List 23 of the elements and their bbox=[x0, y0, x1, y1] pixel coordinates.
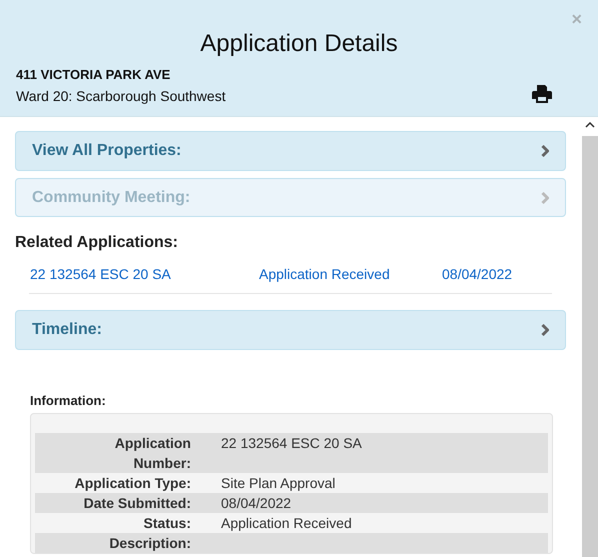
chevron-right-icon bbox=[541, 192, 549, 204]
dialog-title: Application Details bbox=[199, 29, 399, 59]
print-icon[interactable] bbox=[532, 85, 552, 103]
section-heading: Related Applications: bbox=[15, 233, 179, 253]
field-label: Application Type: bbox=[74, 474, 191, 493]
accordion-panel[interactable]: View All Properties: bbox=[15, 131, 566, 171]
field-label: Status: bbox=[142, 514, 191, 533]
field-value: 22 132564 ESC 20 SA bbox=[220, 434, 362, 453]
application-link[interactable]: 22 132564 ESC 20 SA bbox=[30, 265, 259, 283]
chevron-right-icon bbox=[541, 324, 549, 336]
accordion-panel[interactable]: Timeline: bbox=[15, 310, 566, 350]
section-heading: Information: bbox=[30, 392, 107, 409]
field-label: Description: bbox=[108, 534, 191, 553]
field-label: Date Submitted: bbox=[82, 494, 191, 513]
ward-text: Ward 20: Scarborough Southwest bbox=[16, 87, 226, 105]
status-link[interactable]: Application Received bbox=[259, 265, 442, 283]
date-link[interactable]: 08/04/2022 bbox=[442, 265, 512, 283]
chevron-right-icon bbox=[541, 145, 549, 157]
field-label: Application Number: bbox=[114, 434, 191, 473]
field-value: 08/04/2022 bbox=[220, 494, 292, 513]
address-text: 411 VICTORIA PARK AVE bbox=[16, 67, 172, 83]
field-value: Site Plan Approval bbox=[220, 474, 336, 493]
field-value: Application Received bbox=[220, 514, 352, 533]
